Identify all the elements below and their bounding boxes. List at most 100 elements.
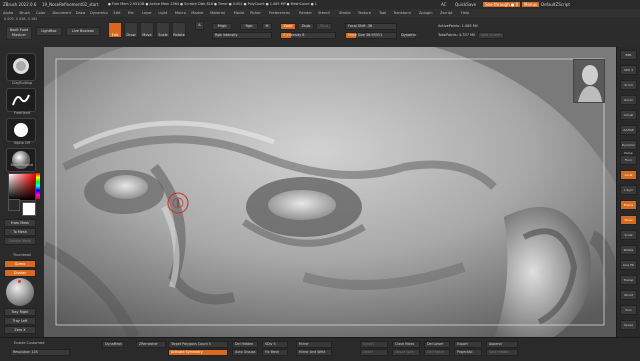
- menu-alpha[interactable]: Alpha: [3, 11, 13, 15]
- mrgb-button[interactable]: Mrgb: [212, 23, 232, 30]
- menu-transform[interactable]: Transform: [393, 11, 411, 15]
- right-tray-l-sym-button[interactable]: L.Sym: [620, 185, 637, 195]
- zadd-button[interactable]: Zadd: [280, 23, 296, 30]
- menu-stencil[interactable]: Stencil: [318, 11, 330, 15]
- ac-button[interactable]: AC: [441, 2, 446, 7]
- menus-toggle[interactable]: Menus: [522, 1, 540, 7]
- right-tray-spix-3-button[interactable]: SPix 3: [620, 65, 637, 75]
- tray-left-button[interactable]: Tray Left: [4, 317, 36, 325]
- right-tray-rotate-button[interactable]: Rotate: [620, 245, 637, 255]
- scale-button[interactable]: Scale: [156, 22, 170, 38]
- right-tray-move-button[interactable]: Move: [620, 215, 637, 225]
- mirror-and-weld-button[interactable]: Mirror And Weld: [296, 349, 332, 356]
- menu-edit[interactable]: Edit: [114, 11, 121, 15]
- auto-groups-button[interactable]: Auto Groups: [232, 349, 258, 356]
- menu-movie[interactable]: Movie: [234, 11, 245, 15]
- zremesher-button[interactable]: ZRemesher: [136, 341, 166, 348]
- sdiv-slider[interactable]: SDiv 5: [262, 341, 288, 348]
- alpha-thumbnail[interactable]: [6, 118, 36, 142]
- right-tray-zoom-button[interactable]: Zoom: [620, 95, 637, 105]
- quicksave-button[interactable]: QuickSave: [455, 2, 476, 7]
- menu-draw[interactable]: Draw: [76, 11, 85, 15]
- activate-symmetry-button[interactable]: Activate Symmetry: [168, 349, 228, 356]
- right-tray-line-fill-button[interactable]: Line Fill: [620, 260, 637, 270]
- double-mesh-button[interactable]: Double Mesh: [4, 237, 36, 245]
- append-button[interactable]: Append: [486, 341, 518, 348]
- a-button[interactable]: A: [195, 21, 204, 30]
- stroke-thumbnail[interactable]: [6, 88, 36, 112]
- menu-dynamics[interactable]: Dynamics: [90, 11, 108, 15]
- menu-color[interactable]: Color: [36, 11, 45, 15]
- split-screen-button[interactable]: Split Screen: [478, 32, 504, 39]
- right-tray-floor-button[interactable]: Floor: [620, 155, 637, 165]
- mirror-button[interactable]: Mirror: [296, 341, 332, 348]
- menu-help[interactable]: Help: [461, 11, 469, 15]
- dynamesh-button[interactable]: DynaMesh: [102, 341, 124, 348]
- boolean-master-button[interactable]: Boolt Food Mastcer: [6, 26, 32, 40]
- move-button[interactable]: Move: [140, 22, 154, 38]
- edit-button[interactable]: Edit: [108, 22, 122, 38]
- dellh-button[interactable]: DelLH: [360, 349, 388, 356]
- scroll-to-button[interactable]: ScrollT: [360, 341, 388, 348]
- dynamic-button[interactable]: Dynamic: [400, 32, 416, 39]
- right-tray-bpr-button[interactable]: BPR: [620, 50, 637, 60]
- m-button[interactable]: M: [262, 23, 272, 30]
- menu-preferences[interactable]: Preferences: [269, 11, 290, 15]
- menu-macro[interactable]: Macro: [175, 11, 186, 15]
- divider-button[interactable]: Divider: [4, 269, 36, 277]
- menu-marker[interactable]: Marker: [191, 11, 203, 15]
- menu-zscript[interactable]: Zscript: [440, 11, 452, 15]
- menu-document[interactable]: Document: [53, 11, 72, 15]
- right-tray-scroll-button[interactable]: Scroll: [620, 80, 637, 90]
- lightbox-button[interactable]: LightBox: [36, 27, 62, 36]
- rgb-button[interactable]: Rgb: [240, 23, 258, 30]
- rotate-button[interactable]: Rotate: [172, 22, 186, 38]
- default-zscript-button[interactable]: DefaultZScript: [541, 2, 570, 7]
- color-picker[interactable]: [8, 173, 36, 201]
- gizmo-button[interactable]: Gizmo: [4, 260, 36, 268]
- right-tray-aahalf-button[interactable]: AAHalf: [620, 125, 637, 135]
- secondary-color-swatch[interactable]: [22, 202, 36, 216]
- right-tray-ghost-button[interactable]: Ghost: [620, 290, 637, 300]
- menu-file[interactable]: File: [128, 11, 134, 15]
- right-tray-local-button[interactable]: Local: [620, 170, 637, 180]
- draw-button[interactable]: Draw: [124, 22, 138, 38]
- from-mesh-button[interactable]: From Mesh: [4, 219, 36, 227]
- resolution-slider[interactable]: Resolution 128: [10, 349, 70, 356]
- menu-brush[interactable]: Brush: [20, 11, 30, 15]
- del-hidden-button[interactable]: Del Hidden: [232, 341, 258, 348]
- zcut-button[interactable]: Zcut: [316, 23, 332, 30]
- project-all-button[interactable]: ProjectAll: [454, 349, 482, 356]
- close-holes-button[interactable]: Close Holes: [392, 341, 420, 348]
- see-through-slider[interactable]: See-through ● 0: [483, 1, 521, 7]
- menu-stroke[interactable]: Stroke: [339, 11, 350, 15]
- right-tray-solo-button[interactable]: Solo: [620, 305, 637, 315]
- fix-mesh-button[interactable]: Fix Mesh: [262, 349, 288, 356]
- tray-right-button[interactable]: Tray Right: [4, 308, 36, 316]
- right-tray-transp-button[interactable]: Transp: [620, 275, 637, 285]
- right-tray-actual-button[interactable]: Actual: [620, 110, 637, 120]
- right-tray-scale-button[interactable]: Scale: [620, 230, 637, 240]
- focal-shift-slider[interactable]: Focal Shift -36: [345, 23, 397, 30]
- absolute-split-button[interactable]: Absolt Split: [392, 349, 420, 356]
- del-lower-button[interactable]: Del Lower: [424, 341, 450, 348]
- zero-x-button[interactable]: Zero X: [4, 326, 36, 334]
- export-button[interactable]: Export: [454, 341, 482, 348]
- right-tray-frame-button[interactable]: Frame: [620, 200, 637, 210]
- menu-zplugin[interactable]: Zplugin: [419, 11, 433, 15]
- hue-strip[interactable]: [36, 173, 40, 199]
- viewport-canvas[interactable]: [44, 47, 616, 337]
- menu-tool[interactable]: Tool: [379, 11, 386, 15]
- menu-material[interactable]: Material: [210, 11, 225, 15]
- rgb-intensity-slider[interactable]: Rgb Intensity: [212, 32, 272, 39]
- menu-texture[interactable]: Texture: [358, 11, 371, 15]
- live-boolean-button[interactable]: Live Boolean: [66, 27, 100, 36]
- primary-color-swatch[interactable]: [8, 199, 20, 211]
- draw-size-slider[interactable]: Draw Size 36.93311: [345, 32, 397, 39]
- brush-thumbnail[interactable]: [6, 53, 36, 81]
- right-tray-dynamic-persp-button[interactable]: Dynamic Persp: [620, 140, 637, 155]
- menu-light[interactable]: Light: [158, 11, 167, 15]
- right-tray-xpose-button[interactable]: Xpose: [620, 320, 637, 330]
- del-higher-button[interactable]: Del Higher: [424, 349, 450, 356]
- enable-customize-button[interactable]: Enable Customize: [14, 341, 44, 345]
